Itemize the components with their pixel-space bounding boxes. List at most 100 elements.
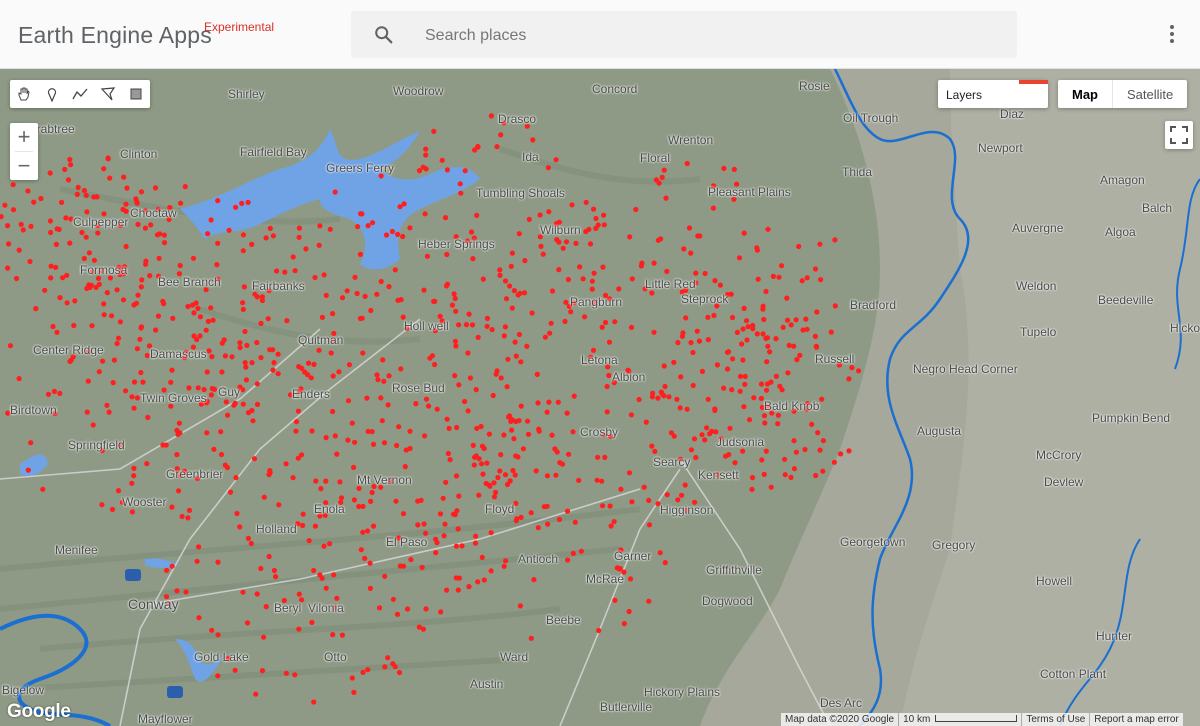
marker-icon[interactable] xyxy=(38,80,66,108)
rectangle-icon[interactable] xyxy=(122,80,150,108)
map-type-satellite[interactable]: Satellite xyxy=(1113,80,1187,108)
observation-point xyxy=(142,225,148,231)
observation-point xyxy=(627,234,633,240)
place-label: Kensett xyxy=(698,468,739,482)
observation-point xyxy=(259,297,265,304)
observation-point xyxy=(693,454,699,461)
observation-point xyxy=(53,264,59,270)
search-icon[interactable] xyxy=(373,24,395,46)
search-input[interactable] xyxy=(423,11,997,60)
observation-point xyxy=(101,312,107,318)
observation-point xyxy=(332,433,338,439)
observation-point xyxy=(463,322,470,328)
place-label: Pangburn xyxy=(570,295,623,309)
observation-point xyxy=(243,377,249,383)
observation-point xyxy=(423,606,429,612)
observation-point xyxy=(804,275,810,281)
more-options-icon[interactable] xyxy=(1160,22,1184,48)
pan-hand-icon[interactable] xyxy=(10,80,38,108)
observation-point xyxy=(498,452,504,458)
observation-point xyxy=(226,227,232,233)
observation-point xyxy=(817,447,823,453)
observation-point xyxy=(407,428,413,434)
observation-point xyxy=(123,208,129,214)
line-icon[interactable] xyxy=(66,80,94,108)
observation-point xyxy=(25,467,31,473)
observation-point xyxy=(311,699,317,705)
place-label: Shirley xyxy=(228,87,265,101)
scale-indicator[interactable]: 10 km xyxy=(899,713,1022,726)
observation-point xyxy=(465,350,471,356)
observation-point xyxy=(423,396,430,402)
observation-point xyxy=(195,305,201,311)
observation-point xyxy=(18,221,24,227)
observation-point xyxy=(503,296,510,302)
observation-point xyxy=(454,424,460,431)
observation-point xyxy=(621,621,627,627)
terms-link[interactable]: Terms of Use xyxy=(1022,713,1090,726)
observation-point xyxy=(138,284,144,290)
search-box[interactable] xyxy=(351,11,1017,60)
layers-button[interactable]: Layers xyxy=(938,80,1048,108)
observation-point xyxy=(431,128,437,134)
observation-point xyxy=(606,339,613,345)
observation-point xyxy=(501,432,507,438)
observation-point xyxy=(381,378,387,384)
observation-point xyxy=(5,223,11,229)
observation-point xyxy=(488,530,494,536)
place-label: Enders xyxy=(292,387,331,401)
observation-point xyxy=(802,446,808,453)
observation-point xyxy=(240,387,246,393)
fullscreen-icon[interactable] xyxy=(1165,121,1193,149)
observation-point xyxy=(712,407,718,413)
place-label: Clinton xyxy=(120,147,158,161)
observation-point xyxy=(518,403,524,409)
observation-point xyxy=(368,498,374,504)
observation-point xyxy=(734,329,741,335)
observation-point xyxy=(761,413,768,419)
observation-point xyxy=(334,451,340,457)
observation-point xyxy=(513,418,519,425)
observation-point xyxy=(349,675,355,681)
observation-point xyxy=(587,241,594,247)
observation-point xyxy=(750,326,756,332)
observation-point xyxy=(452,295,458,302)
polygon-icon[interactable] xyxy=(94,80,122,108)
observation-point xyxy=(786,342,792,348)
observation-point xyxy=(627,576,634,582)
observation-point xyxy=(143,258,149,264)
map-canvas[interactable]: Shirley Woodrow Concord Rosie Crabtree Fairfi… xyxy=(0,69,1200,726)
observation-point xyxy=(33,306,39,312)
observation-point xyxy=(283,461,289,467)
observation-point xyxy=(759,457,765,463)
observation-point xyxy=(83,192,89,198)
observation-point xyxy=(91,194,97,200)
observation-point xyxy=(782,472,788,478)
observation-point xyxy=(444,251,450,258)
observation-point xyxy=(375,377,381,383)
observation-point xyxy=(369,220,376,226)
observation-point xyxy=(755,276,761,282)
observation-point xyxy=(705,337,711,343)
observation-point xyxy=(203,327,209,333)
observation-point xyxy=(447,457,453,463)
observation-point xyxy=(133,300,140,306)
observation-point xyxy=(710,205,717,211)
zoom-in-button[interactable]: + xyxy=(10,123,38,151)
zoom-out-button[interactable]: − xyxy=(10,152,38,180)
observation-point xyxy=(20,227,26,233)
report-error-link[interactable]: Report a map error xyxy=(1090,713,1183,726)
map-type-map[interactable]: Map xyxy=(1058,80,1113,108)
observation-point xyxy=(444,587,450,593)
observation-point xyxy=(124,185,130,191)
observation-point xyxy=(813,472,819,479)
observation-point xyxy=(758,381,765,387)
observation-point xyxy=(694,328,700,334)
place-label: Birdtown xyxy=(10,403,57,417)
observation-point xyxy=(394,442,400,449)
observation-point xyxy=(45,391,52,397)
observation-point xyxy=(832,237,838,243)
observation-point xyxy=(261,494,267,500)
observation-point xyxy=(471,462,477,468)
place-label: Choctaw xyxy=(130,206,177,220)
